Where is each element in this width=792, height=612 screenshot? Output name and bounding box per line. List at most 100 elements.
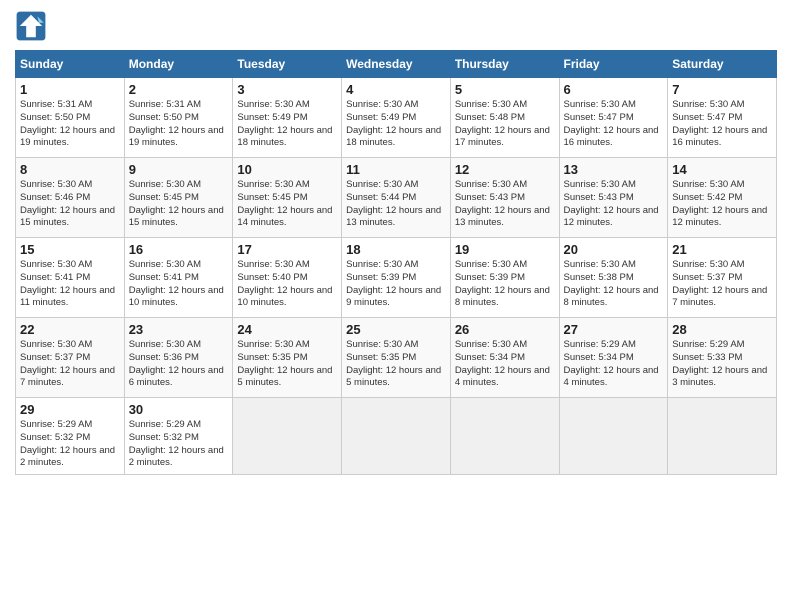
day-number: 24 [237, 322, 337, 337]
calendar-cell [233, 398, 342, 475]
day-header-sunday: Sunday [16, 51, 125, 78]
day-number: 10 [237, 162, 337, 177]
day-number: 23 [129, 322, 229, 337]
day-info: Sunrise: 5:29 AMSunset: 5:32 PMDaylight:… [129, 419, 229, 470]
day-info: Sunrise: 5:30 AMSunset: 5:42 PMDaylight:… [672, 179, 772, 230]
calendar-cell: 8 Sunrise: 5:30 AMSunset: 5:46 PMDaylight… [16, 158, 125, 238]
day-info: Sunrise: 5:30 AMSunset: 5:36 PMDaylight:… [129, 339, 229, 390]
calendar-cell: 25 Sunrise: 5:30 AMSunset: 5:35 PMDayligh… [342, 318, 451, 398]
calendar-cell: 5 Sunrise: 5:30 AMSunset: 5:48 PMDaylight… [450, 78, 559, 158]
day-number: 17 [237, 242, 337, 257]
calendar-cell: 15 Sunrise: 5:30 AMSunset: 5:41 PMDayligh… [16, 238, 125, 318]
calendar-cell: 21 Sunrise: 5:30 AMSunset: 5:37 PMDayligh… [668, 238, 777, 318]
day-number: 16 [129, 242, 229, 257]
calendar-cell: 16 Sunrise: 5:30 AMSunset: 5:41 PMDayligh… [124, 238, 233, 318]
day-number: 15 [20, 242, 120, 257]
calendar-cell: 9 Sunrise: 5:30 AMSunset: 5:45 PMDaylight… [124, 158, 233, 238]
day-number: 12 [455, 162, 555, 177]
day-info: Sunrise: 5:30 AMSunset: 5:37 PMDaylight:… [20, 339, 120, 390]
header [15, 10, 777, 42]
day-info: Sunrise: 5:29 AMSunset: 5:33 PMDaylight:… [672, 339, 772, 390]
calendar-week-3: 15 Sunrise: 5:30 AMSunset: 5:41 PMDayligh… [16, 238, 777, 318]
calendar-cell: 29 Sunrise: 5:29 AMSunset: 5:32 PMDayligh… [16, 398, 125, 475]
day-info: Sunrise: 5:29 AMSunset: 5:32 PMDaylight:… [20, 419, 120, 470]
day-number: 25 [346, 322, 446, 337]
logo-icon [15, 10, 47, 42]
day-number: 19 [455, 242, 555, 257]
day-info: Sunrise: 5:30 AMSunset: 5:41 PMDaylight:… [20, 259, 120, 310]
day-info: Sunrise: 5:30 AMSunset: 5:49 PMDaylight:… [237, 99, 337, 150]
day-info: Sunrise: 5:30 AMSunset: 5:35 PMDaylight:… [346, 339, 446, 390]
day-number: 20 [564, 242, 664, 257]
day-header-monday: Monday [124, 51, 233, 78]
day-info: Sunrise: 5:30 AMSunset: 5:44 PMDaylight:… [346, 179, 446, 230]
calendar-cell: 23 Sunrise: 5:30 AMSunset: 5:36 PMDayligh… [124, 318, 233, 398]
day-info: Sunrise: 5:30 AMSunset: 5:41 PMDaylight:… [129, 259, 229, 310]
day-info: Sunrise: 5:30 AMSunset: 5:35 PMDaylight:… [237, 339, 337, 390]
day-info: Sunrise: 5:30 AMSunset: 5:46 PMDaylight:… [20, 179, 120, 230]
day-number: 5 [455, 82, 555, 97]
day-number: 26 [455, 322, 555, 337]
calendar-cell: 7 Sunrise: 5:30 AMSunset: 5:47 PMDaylight… [668, 78, 777, 158]
calendar-cell: 14 Sunrise: 5:30 AMSunset: 5:42 PMDayligh… [668, 158, 777, 238]
calendar-week-2: 8 Sunrise: 5:30 AMSunset: 5:46 PMDaylight… [16, 158, 777, 238]
day-header-tuesday: Tuesday [233, 51, 342, 78]
calendar-cell: 22 Sunrise: 5:30 AMSunset: 5:37 PMDayligh… [16, 318, 125, 398]
calendar-cell: 10Sunrise: 5:30 AMSunset: 5:45 PMDayligh… [233, 158, 342, 238]
day-info: Sunrise: 5:30 AMSunset: 5:47 PMDaylight:… [564, 99, 664, 150]
day-info: Sunrise: 5:29 AMSunset: 5:34 PMDaylight:… [564, 339, 664, 390]
day-number: 28 [672, 322, 772, 337]
calendar-cell [559, 398, 668, 475]
day-number: 30 [129, 402, 229, 417]
day-number: 22 [20, 322, 120, 337]
day-info: Sunrise: 5:30 AMSunset: 5:34 PMDaylight:… [455, 339, 555, 390]
day-info: Sunrise: 5:30 AMSunset: 5:40 PMDaylight:… [237, 259, 337, 310]
day-info: Sunrise: 5:30 AMSunset: 5:43 PMDaylight:… [564, 179, 664, 230]
day-number: 9 [129, 162, 229, 177]
calendar-cell: 18Sunrise: 5:30 AMSunset: 5:39 PMDayligh… [342, 238, 451, 318]
calendar-cell: 4Sunrise: 5:30 AMSunset: 5:49 PMDaylight… [342, 78, 451, 158]
day-number: 29 [20, 402, 120, 417]
day-number: 8 [20, 162, 120, 177]
calendar-cell: 20 Sunrise: 5:30 AMSunset: 5:38 PMDayligh… [559, 238, 668, 318]
calendar-cell: 6 Sunrise: 5:30 AMSunset: 5:47 PMDaylight… [559, 78, 668, 158]
day-number: 1 [20, 82, 120, 97]
days-header-row: SundayMondayTuesdayWednesdayThursdayFrid… [16, 51, 777, 78]
day-number: 6 [564, 82, 664, 97]
day-number: 11 [346, 162, 446, 177]
day-number: 14 [672, 162, 772, 177]
calendar-cell: 3 Sunrise: 5:30 AMSunset: 5:49 PMDaylight… [233, 78, 342, 158]
day-header-thursday: Thursday [450, 51, 559, 78]
day-info: Sunrise: 5:30 AMSunset: 5:45 PMDaylight:… [129, 179, 229, 230]
calendar-cell: 27 Sunrise: 5:29 AMSunset: 5:34 PMDayligh… [559, 318, 668, 398]
day-info: Sunrise: 5:30 AMSunset: 5:38 PMDaylight:… [564, 259, 664, 310]
day-info: Sunrise: 5:31 AMSunset: 5:50 PMDaylight:… [129, 99, 229, 150]
calendar-cell: 26 Sunrise: 5:30 AMSunset: 5:34 PMDayligh… [450, 318, 559, 398]
day-info: Sunrise: 5:30 AMSunset: 5:48 PMDaylight:… [455, 99, 555, 150]
day-header-saturday: Saturday [668, 51, 777, 78]
day-number: 3 [237, 82, 337, 97]
calendar-cell [668, 398, 777, 475]
calendar-cell [342, 398, 451, 475]
day-info: Sunrise: 5:30 AMSunset: 5:39 PMDaylight:… [455, 259, 555, 310]
calendar-cell: 2 Sunrise: 5:31 AMSunset: 5:50 PMDaylight… [124, 78, 233, 158]
day-number: 21 [672, 242, 772, 257]
calendar-week-5: 29 Sunrise: 5:29 AMSunset: 5:32 PMDayligh… [16, 398, 777, 475]
day-number: 4 [346, 82, 446, 97]
day-info: Sunrise: 5:30 AMSunset: 5:37 PMDaylight:… [672, 259, 772, 310]
day-header-friday: Friday [559, 51, 668, 78]
day-number: 27 [564, 322, 664, 337]
calendar-cell: 12 Sunrise: 5:30 AMSunset: 5:43 PMDayligh… [450, 158, 559, 238]
calendar-cell: 1Sunrise: 5:31 AMSunset: 5:50 PMDaylight… [16, 78, 125, 158]
calendar-cell: 28 Sunrise: 5:29 AMSunset: 5:33 PMDayligh… [668, 318, 777, 398]
day-info: Sunrise: 5:30 AMSunset: 5:39 PMDaylight:… [346, 259, 446, 310]
calendar-cell: 24 Sunrise: 5:30 AMSunset: 5:35 PMDayligh… [233, 318, 342, 398]
day-header-wednesday: Wednesday [342, 51, 451, 78]
calendar-week-1: 1 Sunrise: 5:31 AMSunset: 5:50 PMDaylight… [16, 78, 777, 158]
calendar-week-4: 22 Sunrise: 5:30 AMSunset: 5:37 PMDayligh… [16, 318, 777, 398]
day-info: Sunrise: 5:30 AMSunset: 5:43 PMDaylight:… [455, 179, 555, 230]
day-number: 7 [672, 82, 772, 97]
calendar-cell: 11 Sunrise: 5:30 AMSunset: 5:44 PMDayligh… [342, 158, 451, 238]
day-info: Sunrise: 5:30 AMSunset: 5:47 PMDaylight:… [672, 99, 772, 150]
day-number: 2 [129, 82, 229, 97]
